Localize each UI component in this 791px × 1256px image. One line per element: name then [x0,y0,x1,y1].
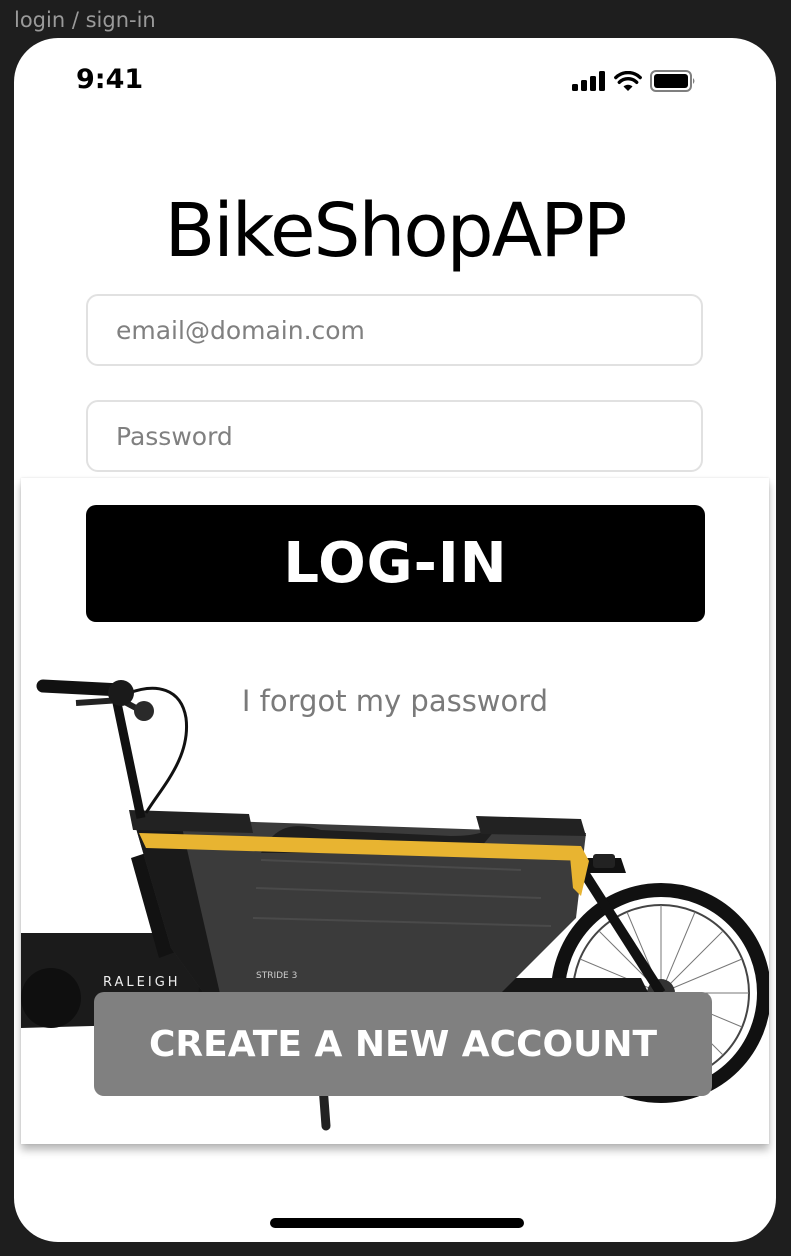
wifi-icon [614,70,642,91]
create-account-button[interactable]: CREATE A NEW ACCOUNT [94,992,712,1096]
email-field[interactable] [86,294,703,366]
phone-screen: 9:41 BikeShopAPP email@domain.com RALEIG… [14,38,776,1242]
status-icons [572,70,696,92]
bike-brand-label: RALEIGH [103,975,181,990]
frame-label: login / sign-in [14,8,156,32]
password-input[interactable] [88,402,701,470]
login-button[interactable]: LOG-IN [86,505,705,622]
email-input[interactable] [88,296,701,364]
forgot-password-link[interactable]: I forgot my password [14,684,776,718]
battery-icon [650,70,695,92]
signal-icon [572,71,605,91]
app-title: BikeShopAPP [164,188,627,274]
home-indicator [270,1218,524,1228]
password-field[interactable] [86,400,703,472]
bike-model-label: STRIDE 3 [256,971,297,981]
status-time: 9:41 [76,64,144,95]
